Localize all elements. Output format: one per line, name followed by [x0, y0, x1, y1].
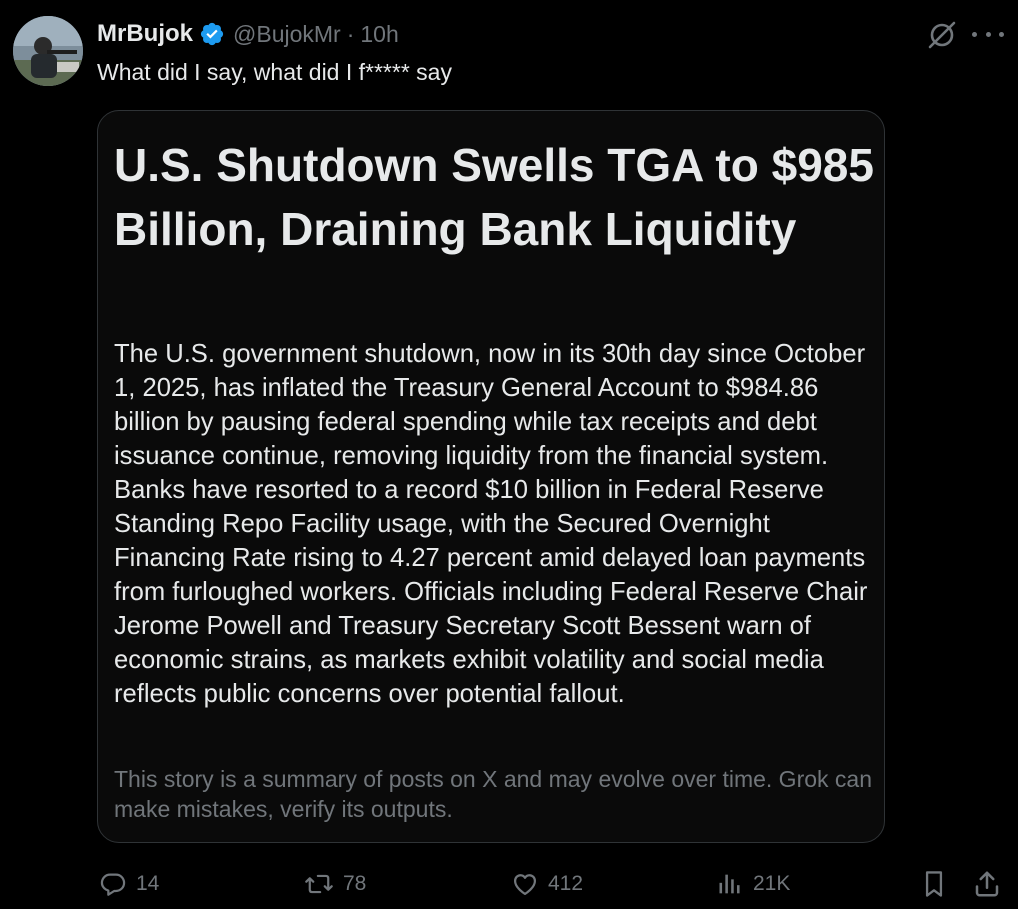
author-handle[interactable]: @BujokMr	[233, 21, 341, 48]
like-button[interactable]: 412	[511, 866, 583, 902]
card-body: The U.S. government shutdown, now in its…	[114, 340, 868, 708]
tweet[interactable]: MrBujok @BujokMr · 10h What did I say, w…	[0, 0, 1018, 909]
verified-badge-icon	[199, 21, 225, 47]
reply-icon	[99, 870, 127, 898]
views-icon	[716, 870, 744, 898]
share-button[interactable]	[972, 866, 1002, 902]
action-bar: 14 78 412 21K	[0, 866, 1018, 902]
news-card[interactable]: U.S. Shutdown Swells TGA to $985 Billion…	[97, 110, 885, 843]
views-button[interactable]: 21K	[716, 866, 790, 902]
card-title: U.S. Shutdown Swells TGA to $985 Billion…	[114, 139, 874, 255]
avatar[interactable]	[13, 16, 83, 86]
header-separator: ·	[346, 20, 355, 47]
grok-icon[interactable]	[925, 18, 959, 52]
tweet-text: What did I say, what did I f***** say	[97, 59, 452, 85]
views-count: 21K	[753, 872, 791, 895]
reply-count: 14	[136, 872, 160, 895]
repost-button[interactable]: 78	[304, 866, 366, 902]
bookmark-icon	[920, 869, 948, 899]
tweet-timestamp[interactable]: 10h	[360, 21, 398, 48]
repost-count: 78	[343, 872, 367, 895]
repost-icon	[304, 870, 334, 898]
like-icon	[511, 870, 539, 898]
reply-button[interactable]: 14	[99, 866, 159, 902]
tweet-header: MrBujok @BujokMr · 10h	[97, 18, 399, 50]
author-display-name[interactable]: MrBujok	[97, 20, 193, 48]
bookmark-button[interactable]	[920, 866, 948, 902]
card-disclaimer: This story is a summary of posts on X an…	[114, 766, 873, 822]
more-icon[interactable]	[972, 22, 1004, 46]
like-count: 412	[548, 872, 584, 895]
share-icon	[972, 869, 1002, 899]
